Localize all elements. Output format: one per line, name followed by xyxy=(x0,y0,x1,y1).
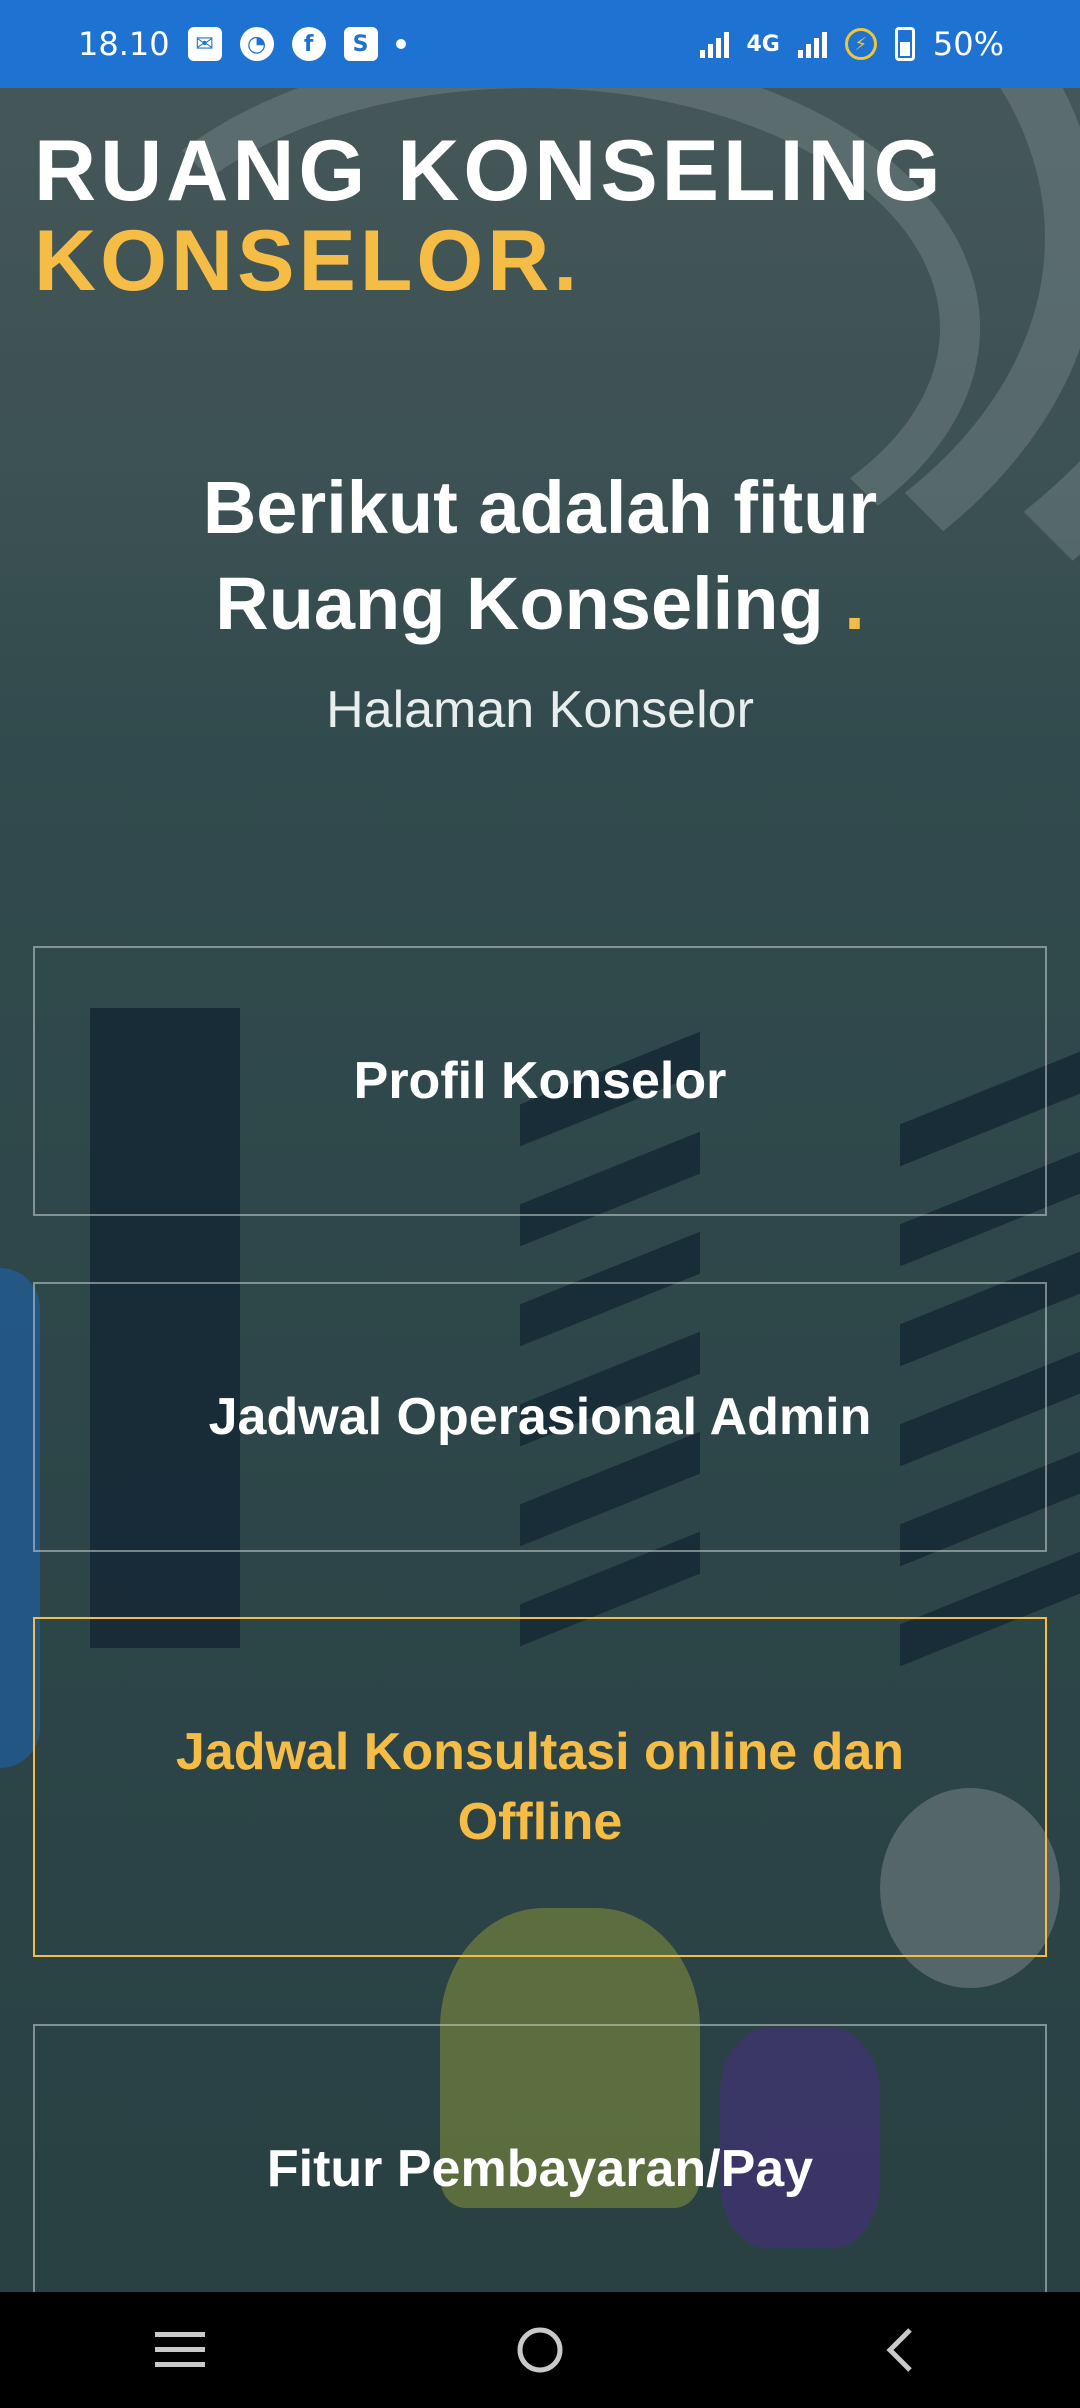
signal-icon xyxy=(699,30,729,58)
profil-konselor-button[interactable]: Profil Konselor xyxy=(33,946,1047,1216)
status-bar: 18.10 ✉ ◔ f S 4G ⚡ 50% xyxy=(0,0,1080,88)
headline-line2: Ruang Konseling . xyxy=(215,562,865,645)
mail-icon: ✉ xyxy=(187,27,222,61)
headline: Berikut adalah fitur Ruang Konseling . xyxy=(0,460,1080,652)
clock: 18.10 xyxy=(78,25,170,63)
battery-saver-icon: ⚡ xyxy=(844,28,877,60)
signal-icon-2 xyxy=(797,30,827,58)
system-nav-bar xyxy=(0,2292,1080,2408)
page-subtitle: Halaman Konselor xyxy=(326,681,754,739)
fitur-pembayaran-button[interactable]: Fitur Pembayaran/Pay xyxy=(33,2024,1047,2314)
headline-dot: . xyxy=(844,562,865,645)
app-brand: RUANG KONSELING KONSELOR. xyxy=(34,128,944,304)
brand-subtitle: KONSELOR. xyxy=(34,213,582,309)
network-type: 4G xyxy=(746,31,780,57)
dot-icon xyxy=(395,39,406,49)
jadwal-operasional-admin-button[interactable]: Jadwal Operasional Admin xyxy=(33,1282,1047,1552)
recent-apps-icon[interactable] xyxy=(150,2320,210,2380)
headline-line1: Berikut adalah fitur xyxy=(202,466,878,549)
facebook-icon: f xyxy=(291,27,326,61)
home-icon[interactable] xyxy=(510,2320,570,2380)
battery-level: 50% xyxy=(932,25,1004,63)
speed-icon: ◔ xyxy=(239,27,274,61)
battery-icon xyxy=(894,27,915,61)
brand-title: RUANG KONSELING xyxy=(34,123,945,219)
jadwal-konsultasi-button[interactable]: Jadwal Konsultasi online dan Offline xyxy=(33,1617,1047,1957)
shop-icon: S xyxy=(343,27,378,61)
back-icon[interactable] xyxy=(870,2320,930,2380)
